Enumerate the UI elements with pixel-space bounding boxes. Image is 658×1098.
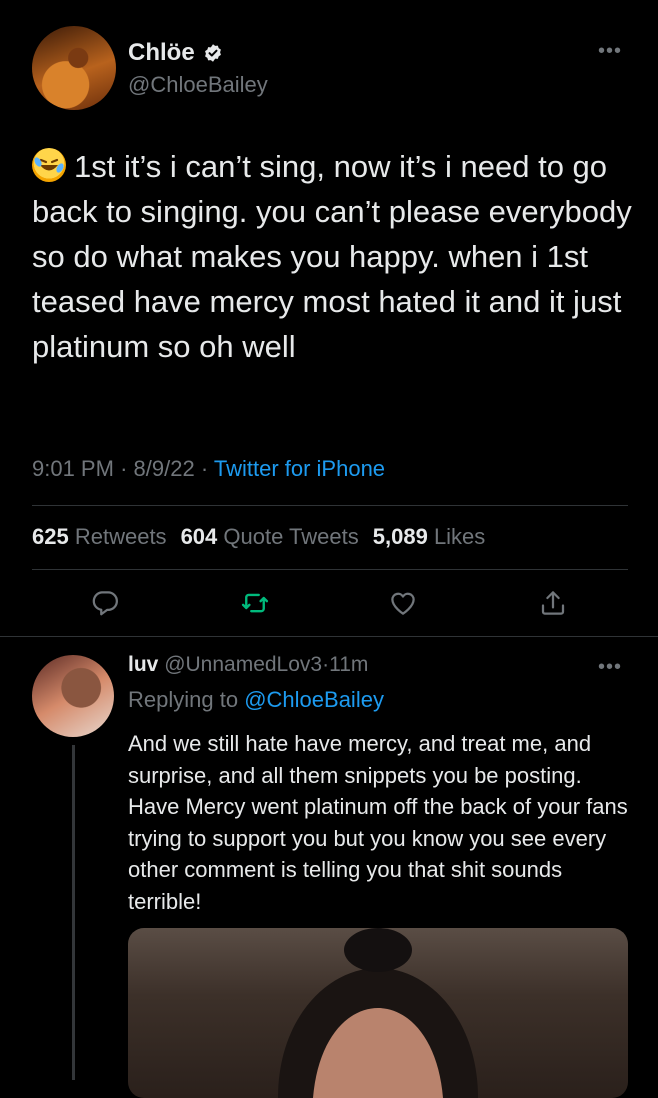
author-display-name[interactable]: Chlöe xyxy=(128,39,195,67)
meta-separator: · xyxy=(120,456,128,481)
meta-separator: · xyxy=(200,456,209,481)
tweet-source-link[interactable]: Twitter for iPhone xyxy=(214,456,385,481)
tweet-text: 1st it’s i can’t sing, now it’s i need t… xyxy=(32,144,632,369)
reply-more-options-icon[interactable]: ••• xyxy=(598,656,622,679)
author-handle[interactable]: @ChloeBailey xyxy=(128,72,268,98)
reply-text: And we still hate have mercy, and treat … xyxy=(128,731,628,914)
more-options-icon[interactable]: ••• xyxy=(598,40,622,63)
reply-icon[interactable] xyxy=(90,588,120,618)
author-avatar[interactable] xyxy=(32,26,116,110)
like-icon[interactable] xyxy=(388,588,418,618)
reply-handle[interactable]: @UnnamedLov3 xyxy=(164,653,322,676)
tweet-meta: 9:01 PM · 8/9/22 · Twitter for iPhone xyxy=(32,456,385,482)
quotes-stat[interactable]: 604 Quote Tweets xyxy=(181,524,359,550)
tweet-date[interactable]: 8/9/22 xyxy=(134,456,195,481)
reply-age[interactable]: 11m xyxy=(329,653,368,676)
divider xyxy=(32,505,628,506)
divider xyxy=(0,636,658,637)
media-photo xyxy=(278,928,478,1098)
reply-media-image[interactable] xyxy=(128,928,628,1098)
likes-stat[interactable]: 5,089 Likes xyxy=(373,524,486,550)
reply-author-avatar[interactable] xyxy=(32,655,114,737)
retweets-count: 625 xyxy=(32,524,69,549)
author-name-row: Chlöe xyxy=(128,39,223,67)
verified-badge-icon xyxy=(204,44,221,62)
tweet-stats: 625 Retweets 604 Quote Tweets 5,089 Like… xyxy=(32,524,485,550)
retweet-icon[interactable] xyxy=(240,588,270,618)
tweet-time[interactable]: 9:01 PM xyxy=(32,456,114,481)
quotes-label: Quote Tweets xyxy=(223,524,359,549)
retweets-label: Retweets xyxy=(74,524,167,549)
retweets-stat[interactable]: 625 Retweets xyxy=(32,524,167,550)
quotes-count: 604 xyxy=(180,524,218,549)
divider xyxy=(32,569,628,570)
rolling-laughing-emoji-icon xyxy=(32,148,66,182)
replying-to-line: Replying to @ChloeBailey xyxy=(128,687,384,713)
likes-count: 5,089 xyxy=(372,524,428,549)
share-icon[interactable] xyxy=(538,588,568,618)
likes-label: Likes xyxy=(433,524,486,549)
thread-connector-line xyxy=(72,745,75,1080)
replying-to-handle[interactable]: @ChloeBailey xyxy=(244,687,384,712)
reply-display-name[interactable]: luv xyxy=(128,653,158,676)
reply-header: luv @UnnamedLov3·11m xyxy=(128,653,368,677)
tweet-text-body: 1st it’s i can’t sing, now it’s i need t… xyxy=(32,149,632,364)
replying-prefix: Replying to xyxy=(128,687,239,712)
